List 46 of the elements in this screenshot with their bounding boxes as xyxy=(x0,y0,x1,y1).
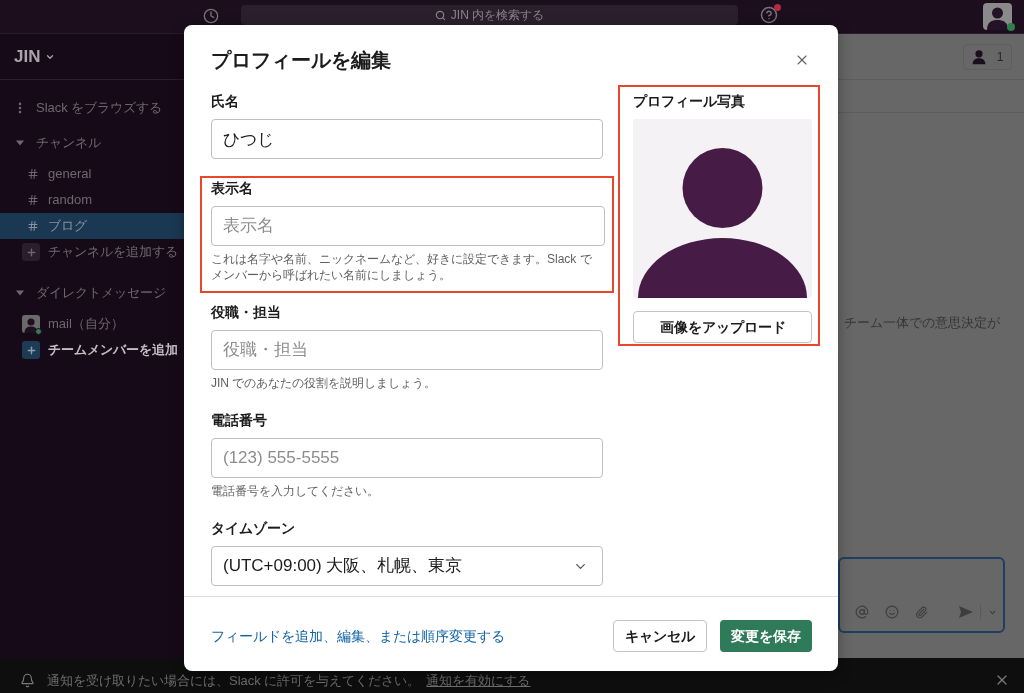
sidebar-item[interactable]: random xyxy=(0,187,184,213)
plus-icon xyxy=(22,341,40,359)
field-hint: 電話番号を入力してください。 xyxy=(211,483,380,499)
workspace-name[interactable]: JIN xyxy=(14,43,41,70)
search-field[interactable]: JIN 内を検索する xyxy=(241,5,738,25)
select-field[interactable]: (UTC+09:00) 大阪、札幌、東京 xyxy=(211,546,603,586)
members-button[interactable]: 1 xyxy=(963,43,1012,70)
person-icon xyxy=(971,48,988,65)
help-icon[interactable] xyxy=(760,6,778,24)
field-label: タイムゾーン xyxy=(211,519,296,537)
hash-icon xyxy=(27,220,39,232)
field-label: 役職・担当 xyxy=(211,303,282,321)
section-header[interactable]: チャンネル xyxy=(0,130,184,156)
sidebar-item[interactable]: チームメンバーを追加 xyxy=(0,337,184,363)
bell-icon xyxy=(20,673,35,688)
dialog-title: プロフィールを編集 xyxy=(211,48,391,73)
browse-link[interactable]: Slack をブラウズする xyxy=(0,95,184,121)
section-header[interactable]: ダイレクトメッセージ xyxy=(0,280,184,306)
sidebar-item[interactable]: チャンネルを追加する xyxy=(0,239,184,265)
field-label: 電話番号 xyxy=(211,411,268,429)
sidebar-item[interactable]: general xyxy=(0,161,184,187)
paperclip-icon[interactable] xyxy=(915,605,928,619)
enable-notifications-link[interactable]: 通知を有効にする xyxy=(426,673,531,688)
footer-link[interactable]: フィールドを追加、編集、または順序変更する xyxy=(211,625,505,647)
search-icon xyxy=(434,9,446,21)
field-label: 氏名 xyxy=(211,92,240,110)
field-hint: これは名字や名前、ニックネームなど、好きに設定できます。Slack でメンバーから呼ばれたい名前にしましょう。 xyxy=(211,251,593,283)
text-field[interactable]: (123) 555-5555 xyxy=(211,438,603,478)
field-label: 表示名 xyxy=(211,179,254,197)
cancel-button[interactable]: キャンセル xyxy=(613,620,707,652)
save-button[interactable]: 変更を保存 xyxy=(720,620,812,652)
text-field[interactable]: ひつじ xyxy=(211,119,603,159)
plus-icon xyxy=(22,243,40,261)
upload-image-button[interactable]: 画像をアップロード xyxy=(633,311,812,343)
sidebar-item[interactable]: ブログ xyxy=(0,213,184,239)
hash-icon xyxy=(27,168,39,180)
clock-icon[interactable] xyxy=(203,8,219,24)
hash-icon xyxy=(27,194,39,206)
notification-message: 通知を受け取りたい場合には、Slack に許可を与えてください。 xyxy=(47,673,421,688)
sidebar-item[interactable]: mail（自分） xyxy=(0,311,184,337)
field-label: プロフィール写真 xyxy=(633,92,746,110)
text-field[interactable]: 役職・担当 xyxy=(211,330,603,370)
user-avatar xyxy=(22,315,40,333)
user-avatar[interactable] xyxy=(983,3,1012,30)
text-field[interactable]: 表示名 xyxy=(211,206,605,246)
field-hint: JIN でのあなたの役割を説明しましょう。 xyxy=(211,375,438,391)
